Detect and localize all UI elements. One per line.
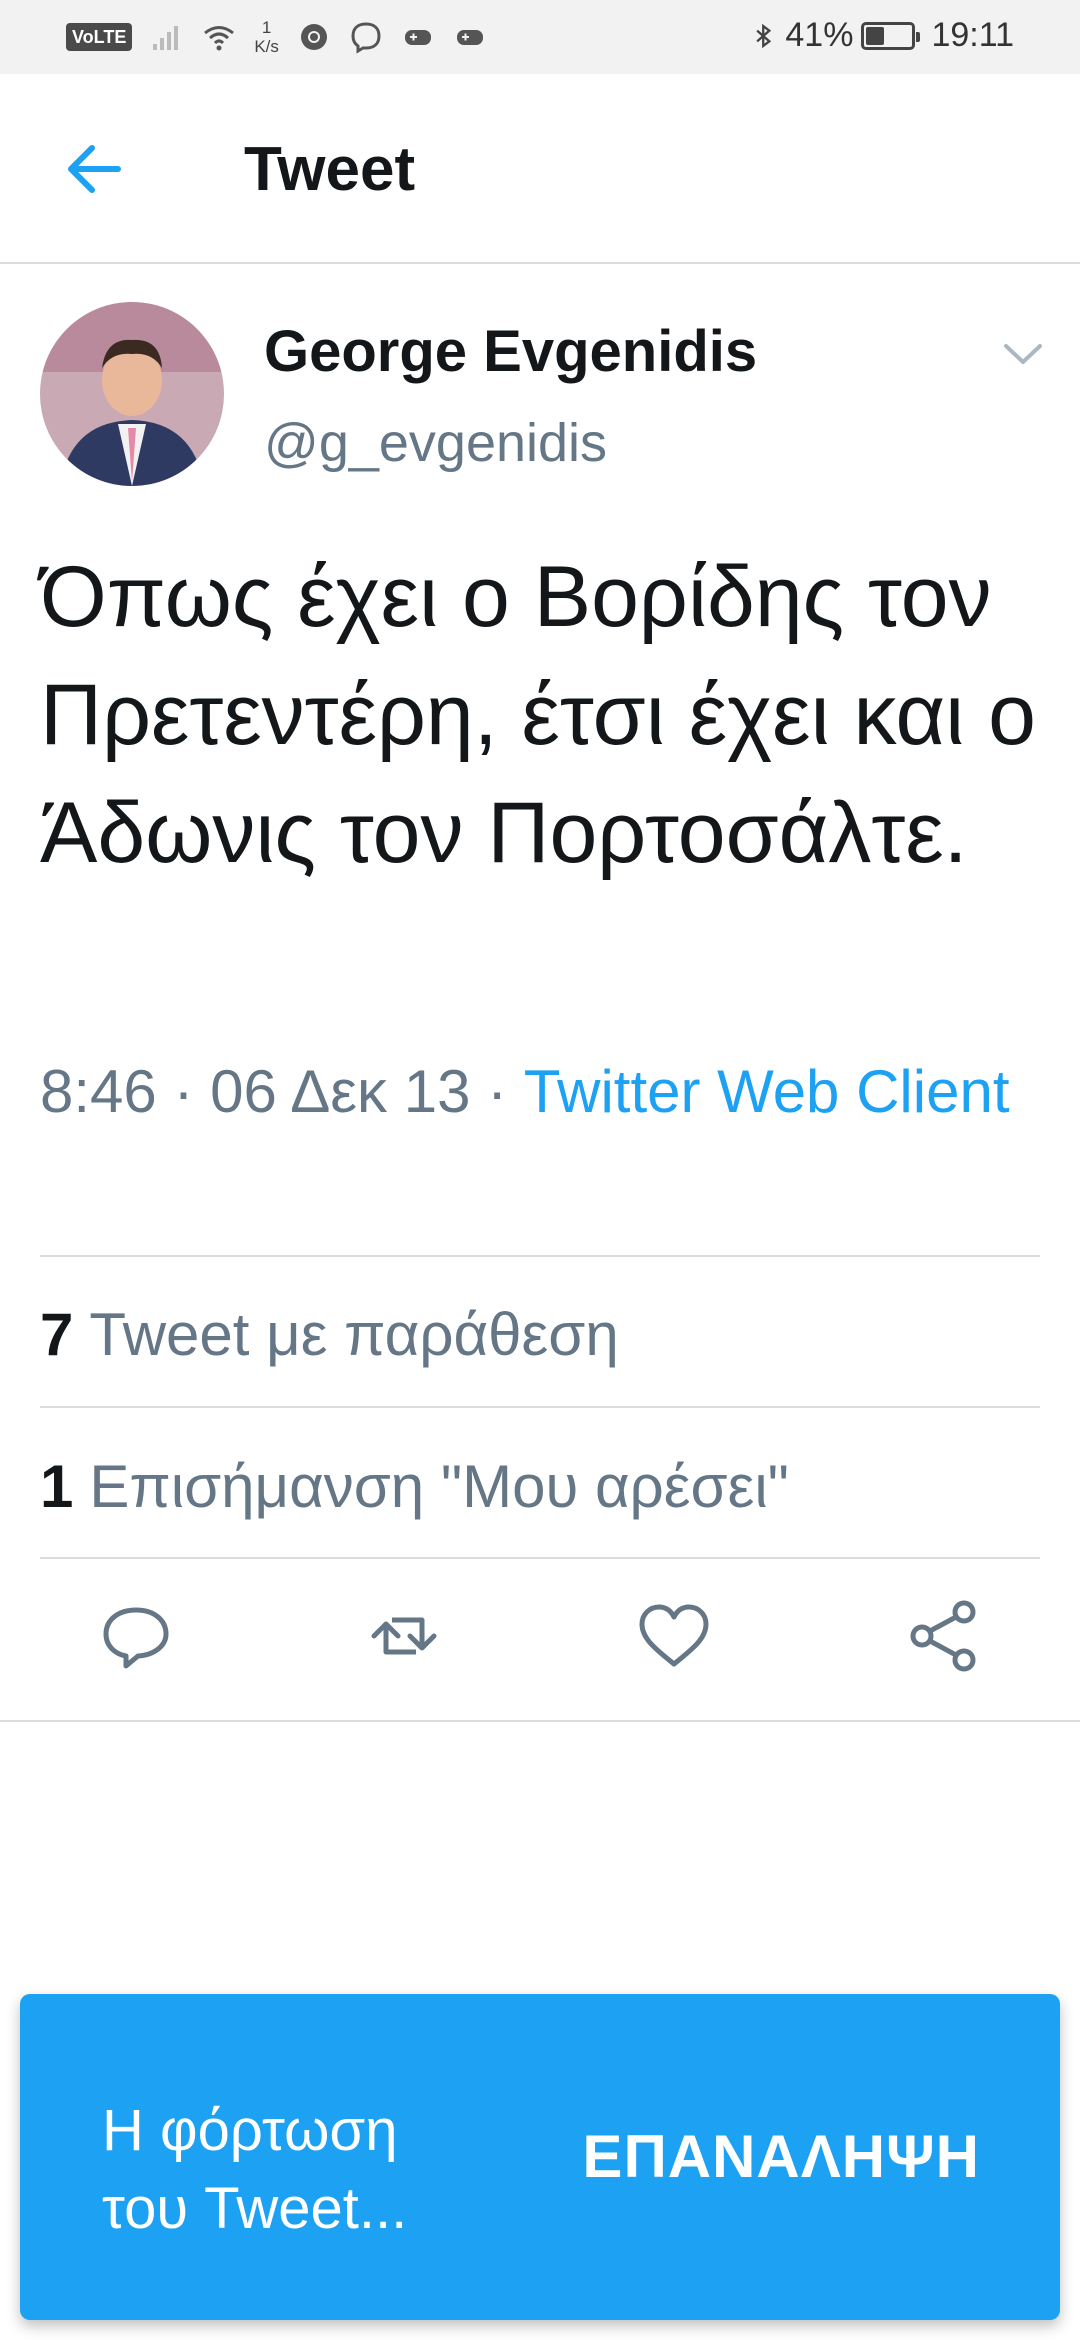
battery-level [866, 26, 885, 45]
game-controller-icon [404, 30, 431, 45]
quote-tweets-row[interactable]: 7 Tweet με παράθεση [40, 1300, 619, 1369]
clock: 19:11 [931, 16, 1014, 54]
avatar-image [40, 302, 224, 486]
tweet-date: 06 Δεκ 13 [210, 1058, 471, 1125]
avatar[interactable] [40, 302, 224, 486]
retweet-icon[interactable] [364, 1596, 444, 1676]
tweet-text: Όπως έχει ο Βορίδης τον Πρετεντέρη, έτσι… [40, 549, 1037, 881]
likes-row[interactable]: 1 Επισήμανση "Μου αρέσει" [40, 1452, 789, 1521]
tweet-source-link[interactable]: Twitter Web Client [524, 1058, 1010, 1125]
tweet-meta: 8:46 · 06 Δεκ 13 · Twitter Web Client [40, 1048, 1050, 1136]
share-icon[interactable] [904, 1596, 984, 1676]
network-speed: 1 K/s [254, 18, 279, 56]
page-title: Tweet [244, 135, 416, 204]
wifi-icon [204, 26, 235, 51]
game-controller-icon-2 [456, 30, 483, 45]
snackbar: Η φόρτωση του Tweet... ΕΠΑΝΑΛΗΨΗ [20, 1994, 1060, 2320]
like-count: 1 [40, 1453, 74, 1520]
status-bar-right: 41% 19:11 [751, 16, 1014, 55]
signal-icon [153, 26, 179, 50]
chrome-icon [300, 24, 327, 50]
app-header: Tweet [0, 74, 1080, 264]
meta-separator-2: · [487, 1058, 508, 1125]
status-bar-left: VoLTE 1 K/s [66, 18, 487, 56]
like-label: Επισήμανση "Μου αρέσει" [89, 1453, 789, 1520]
snackbar-message: Η φόρτωση του Tweet... [102, 2098, 408, 2241]
heart-icon[interactable] [634, 1596, 714, 1676]
network-speed-unit: K/s [254, 37, 279, 56]
battery-percent: 41% [785, 16, 854, 54]
tweet-time: 8:46 [40, 1058, 157, 1125]
retry-button[interactable]: ΕΠΑΝΑΛΗΨΗ [582, 2122, 980, 2191]
reply-icon[interactable] [96, 1596, 176, 1676]
chevron-down-icon[interactable] [998, 334, 1048, 374]
back-arrow-icon[interactable] [60, 134, 130, 204]
divider [40, 1406, 1040, 1408]
viber-icon [351, 22, 381, 54]
divider [0, 1720, 1080, 1722]
status-bar: VoLTE 1 K/s 41% 19:11 [0, 0, 1080, 74]
author-handle[interactable]: @g_evgenidis [264, 412, 607, 474]
quote-count: 7 [40, 1301, 74, 1368]
quote-label: Tweet με παράθεση [89, 1301, 619, 1368]
tweet-actions [0, 1596, 1080, 1686]
bluetooth-icon [756, 23, 772, 48]
divider [40, 1255, 1040, 1257]
network-speed-value: 1 [261, 18, 272, 37]
battery-icon [861, 21, 921, 50]
author-name[interactable]: George Evgenidis [264, 318, 757, 385]
volte-badge: VoLTE [66, 23, 133, 51]
meta-separator: · [173, 1058, 194, 1125]
divider [40, 1557, 1040, 1559]
